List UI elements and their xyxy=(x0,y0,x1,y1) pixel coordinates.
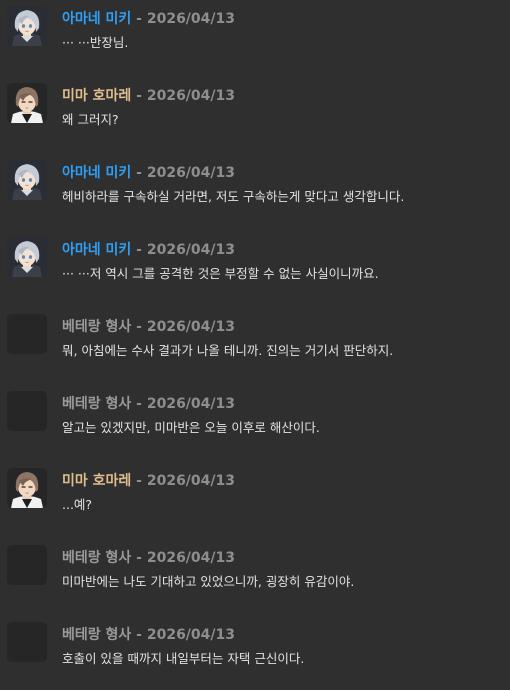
message-date: 2026/04/13 xyxy=(146,11,235,27)
speaker-name[interactable]: 베테랑 형사 xyxy=(62,550,131,566)
message-date: 2026/04/13 xyxy=(146,165,235,181)
speaker-name[interactable]: 베테랑 형사 xyxy=(62,319,131,335)
chat-message: 아마네 미키 - 2026/04/13 ··· ···저 역시 그를 공격한 것은… xyxy=(0,233,510,281)
message-text: 왜 그러지? xyxy=(62,112,119,127)
message-text: 뭐, 아침에는 수사 결과가 나올 테니까. 진의는 거기서 판단하지. xyxy=(62,343,394,358)
speaker-name[interactable]: 베테랑 형사 xyxy=(62,396,131,412)
message-date: 2026/04/13 xyxy=(146,550,235,566)
chat-message: 베테랑 형사 - 2026/04/13 미마반에는 나도 기대하고 있었으니까, … xyxy=(0,541,510,589)
header-separator: - xyxy=(131,550,147,566)
message-text: ··· ···반장님. xyxy=(62,35,129,50)
message-header: 베테랑 형사 - 2026/04/13 xyxy=(62,549,235,567)
silver-hair-avatar[interactable] xyxy=(7,237,47,277)
chat-message: 아마네 미키 - 2026/04/13 헤비하라를 구속하실 거라면, 저도 구속… xyxy=(0,156,510,204)
blank-avatar[interactable] xyxy=(7,545,47,585)
speaker-name[interactable]: 아마네 미키 xyxy=(62,11,131,27)
silver-hair-avatar[interactable] xyxy=(7,160,47,200)
message-date: 2026/04/13 xyxy=(146,396,235,412)
chat-message: 미마 호마레 - 2026/04/13 ...예? xyxy=(0,464,510,512)
header-separator: - xyxy=(131,396,147,412)
header-separator: - xyxy=(131,88,147,104)
chat-message: 베테랑 형사 - 2026/04/13 알고는 있겠지만, 미마반은 오늘 이후로… xyxy=(0,387,510,435)
speaker-name[interactable]: 아마네 미키 xyxy=(62,242,131,258)
message-header: 미마 호마레 - 2026/04/13 xyxy=(62,87,235,105)
blank-avatar[interactable] xyxy=(7,314,47,354)
chat-message: 미마 호마레 - 2026/04/13 왜 그러지? xyxy=(0,79,510,127)
message-date: 2026/04/13 xyxy=(146,88,235,104)
message-date: 2026/04/13 xyxy=(146,473,235,489)
chat-message: 베테랑 형사 - 2026/04/13 뭐, 아침에는 수사 결과가 나올 테니까… xyxy=(0,310,510,358)
header-separator: - xyxy=(131,319,147,335)
message-text: 알고는 있겠지만, 미마반은 오늘 이후로 해산이다. xyxy=(62,420,320,435)
brown-hair-avatar[interactable] xyxy=(7,83,47,123)
message-date: 2026/04/13 xyxy=(146,242,235,258)
message-header: 미마 호마레 - 2026/04/13 xyxy=(62,472,235,490)
message-text: 미마반에는 나도 기대하고 있었으니까, 굉장히 유감이야. xyxy=(62,574,355,589)
message-text: ··· ···저 역시 그를 공격한 것은 부정할 수 없는 사실이니까요. xyxy=(62,266,379,281)
blank-avatar[interactable] xyxy=(7,391,47,431)
message-text: ...예? xyxy=(62,497,93,512)
message-text: 헤비하라를 구속하실 거라면, 저도 구속하는게 맞다고 생각합니다. xyxy=(62,189,405,204)
message-date: 2026/04/13 xyxy=(146,627,235,643)
header-separator: - xyxy=(131,165,147,181)
message-date: 2026/04/13 xyxy=(146,319,235,335)
message-text: 호출이 있을 때까지 내일부터는 자택 근신이다. xyxy=(62,651,305,666)
message-header: 아마네 미키 - 2026/04/13 xyxy=(62,241,235,259)
speaker-name[interactable]: 베테랑 형사 xyxy=(62,627,131,643)
silver-hair-avatar[interactable] xyxy=(7,6,47,46)
message-header: 베테랑 형사 - 2026/04/13 xyxy=(62,395,235,413)
header-separator: - xyxy=(131,11,147,27)
message-header: 아마네 미키 - 2026/04/13 xyxy=(62,10,235,28)
header-separator: - xyxy=(131,627,147,643)
message-header: 아마네 미키 - 2026/04/13 xyxy=(62,164,235,182)
message-header: 베테랑 형사 - 2026/04/13 xyxy=(62,318,235,336)
speaker-name[interactable]: 아마네 미키 xyxy=(62,165,131,181)
header-separator: - xyxy=(131,473,147,489)
blank-avatar[interactable] xyxy=(7,622,47,662)
chat-message: 베테랑 형사 - 2026/04/13 호출이 있을 때까지 내일부터는 자택 근… xyxy=(0,618,510,666)
brown-hair-avatar[interactable] xyxy=(7,468,47,508)
chat-log: 아마네 미키 - 2026/04/13 ··· ···반장님. 미마 호마레 - … xyxy=(0,0,510,690)
header-separator: - xyxy=(131,242,147,258)
message-header: 베테랑 형사 - 2026/04/13 xyxy=(62,626,235,644)
chat-message: 아마네 미키 - 2026/04/13 ··· ···반장님. xyxy=(0,2,510,50)
speaker-name[interactable]: 미마 호마레 xyxy=(62,473,131,489)
speaker-name[interactable]: 미마 호마레 xyxy=(62,88,131,104)
